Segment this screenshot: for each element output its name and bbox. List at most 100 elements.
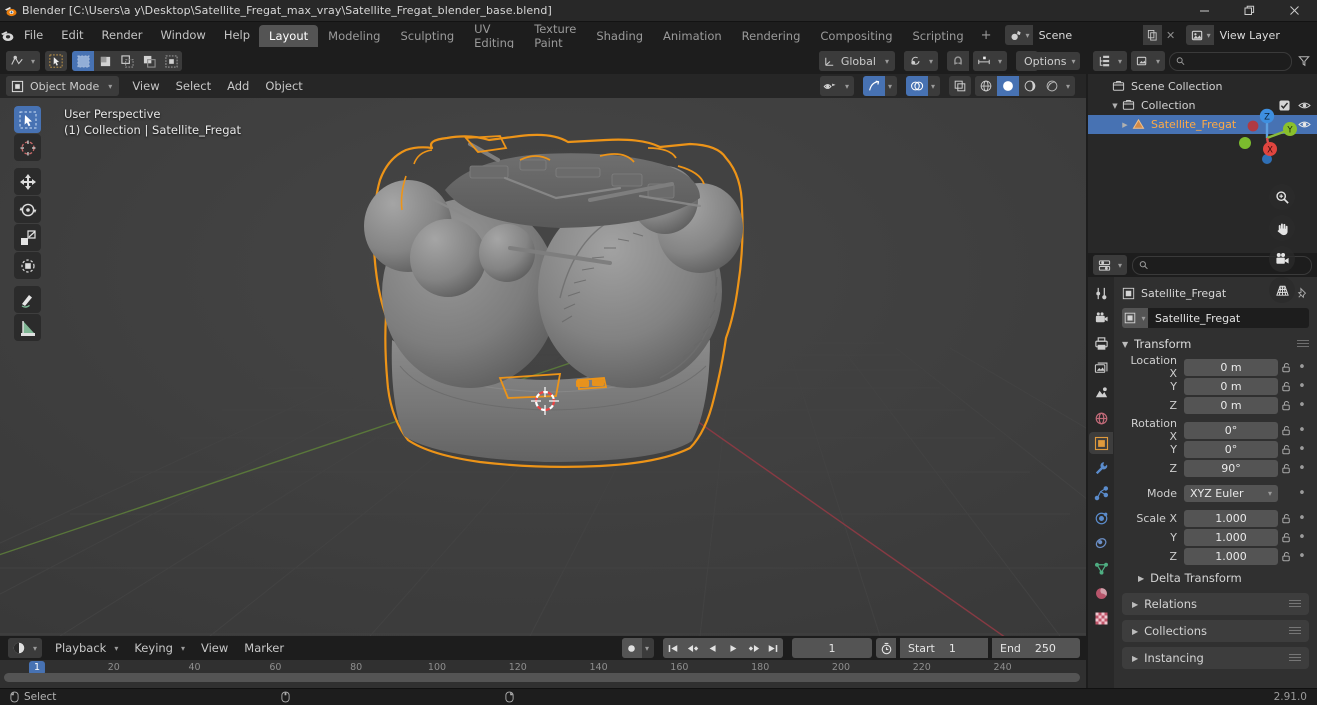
location-x-lock-icon[interactable] [1278,362,1295,373]
outliner-filter-icon[interactable] [1296,55,1312,67]
viewport-menu-object[interactable]: Object [257,76,310,96]
maximize-button[interactable] [1227,0,1272,22]
collections-panel[interactable]: ▶ Collections [1122,620,1309,642]
remove-scene-button[interactable]: ✕ [1162,25,1180,45]
rotation-mode-animate-dot[interactable]: • [1295,486,1309,501]
location-x-value[interactable]: 0 m [1184,358,1278,376]
next-keyframe-button[interactable] [743,638,763,658]
snap-increment-icon[interactable] [972,51,995,71]
render-tab[interactable] [1089,307,1113,329]
frame-start-field[interactable]: Start 1 [900,638,988,658]
pivot-icon[interactable] [903,51,926,71]
rotation-x-value[interactable]: 0° [1184,421,1278,439]
timeline-menu-keying[interactable]: Keying ▾ [126,638,193,658]
location-x-animate-dot[interactable]: • [1295,360,1309,375]
annotate-tool[interactable] [14,286,41,313]
camera-icon[interactable] [1269,246,1295,272]
shading-material-preview-icon[interactable] [1018,76,1041,96]
select-box-icon[interactable] [72,51,95,71]
pin-icon[interactable] [1296,286,1309,300]
transform-panel-header[interactable]: ▼ Transform [1122,334,1309,354]
location-z-value[interactable]: 0 m [1184,396,1278,414]
workspace-tab-sculpting[interactable]: Sculpting [390,25,464,47]
overlays-selector[interactable]: ▾ [905,76,940,96]
workspace-tab-compositing[interactable]: Compositing [810,25,902,47]
view-layer-display-icon[interactable] [1131,51,1154,71]
menu-window[interactable]: Window [151,25,214,45]
perspective-grid-icon[interactable] [1269,277,1295,303]
world-tab[interactable] [1089,407,1113,429]
outliner-editor-type[interactable]: ▾ [1093,51,1128,71]
new-scene-button[interactable] [1142,25,1162,45]
editor-type-selector[interactable]: ▾ [6,51,41,71]
scale-z-lock-icon[interactable] [1278,551,1295,562]
tweak-select-box-tool[interactable] [14,106,41,133]
rotation-z-animate-dot[interactable]: • [1295,461,1309,476]
jump-to-start-button[interactable] [663,638,683,658]
navigation-gizmo[interactable]: Z Y X [1233,104,1301,172]
record-icon[interactable] [621,638,642,658]
cursor-arrow-icon[interactable] [45,51,68,71]
visibility-selector[interactable]: ▾ [819,76,854,96]
shading-solid-icon[interactable] [996,76,1019,96]
workspace-tab-scripting[interactable]: Scripting [903,25,974,47]
rotation-y-value[interactable]: 0° [1184,440,1278,458]
object-mode-selector[interactable]: Object Mode ▾ [6,76,120,96]
frame-end-field[interactable]: End 250 [992,638,1080,658]
options-dropdown[interactable]: Options ▾ [1016,52,1081,70]
rotation-z-value[interactable]: 90° [1184,459,1278,477]
physics-tab[interactable] [1089,507,1113,529]
rotation-y-lock-icon[interactable] [1278,444,1295,455]
outliner-search-input[interactable] [1169,51,1292,71]
rotation-mode-dropdown[interactable]: XYZ Euler ▾ [1184,484,1278,502]
close-button[interactable] [1272,0,1317,22]
timeline-menu-view[interactable]: View [193,638,236,658]
transform-orientation-label[interactable]: Global [841,51,882,71]
location-y-lock-icon[interactable] [1278,381,1295,392]
overlays-icon[interactable] [905,76,928,96]
snap-magnet-icon[interactable] [946,51,969,71]
timeline-menu-marker[interactable]: Marker [236,638,292,658]
cursor-tool[interactable] [14,134,41,161]
particles-tab[interactable] [1089,482,1113,504]
menu-edit[interactable]: Edit [52,25,92,45]
auto-keying-toggle[interactable]: ▾ [621,638,654,658]
timeline-ruler[interactable]: 20 40 60 80 100 120 140 160 180 200 220 240 1 [0,660,1086,688]
minimize-button[interactable] [1182,0,1227,22]
constraints-tab[interactable] [1089,532,1113,554]
rotation-y-animate-dot[interactable]: • [1295,442,1309,457]
shading-rendered-icon[interactable] [1040,76,1063,96]
object-mode-label[interactable]: Object Mode [28,76,105,96]
viewport-menu-select[interactable]: Select [168,76,219,96]
outliner-editor-icon[interactable] [1093,51,1115,71]
relations-panel[interactable]: ▶ Relations [1122,593,1309,615]
object-icon[interactable]: ▾ [1122,308,1148,328]
current-frame-field[interactable]: 1 [792,638,872,658]
object-visibility-icon[interactable] [819,76,842,96]
workspace-tab-rendering[interactable]: Rendering [732,25,811,47]
play-reverse-button[interactable] [703,638,723,658]
scale-z-animate-dot[interactable]: • [1295,549,1309,564]
viewport-menu-add[interactable]: Add [219,76,257,96]
timeline-editor-icon[interactable] [8,638,30,658]
scale-y-animate-dot[interactable]: • [1295,530,1309,545]
rotation-x-animate-dot[interactable]: • [1295,423,1309,438]
rotation-z-lock-icon[interactable] [1278,463,1295,474]
rotation-x-lock-icon[interactable] [1278,425,1295,436]
scene-name-field[interactable]: Scene [1032,25,1143,45]
object-tab[interactable] [1089,432,1113,454]
gizmo-icon[interactable] [862,76,885,96]
outliner-display-mode[interactable]: ▾ [1131,51,1166,71]
properties-editor-type[interactable]: ▾ [1093,255,1128,275]
location-z-lock-icon[interactable] [1278,400,1295,411]
outliner-row-scene-collection[interactable]: Scene Collection [1088,77,1317,96]
blender-menu-icon[interactable] [0,22,15,48]
scale-y-lock-icon[interactable] [1278,532,1295,543]
outliner-search-field[interactable] [1188,55,1285,67]
transform-orientation-selector[interactable]: Global ▾ [818,51,895,71]
delta-transform-subpanel[interactable]: ▶ Delta Transform [1122,568,1309,588]
scale-x-animate-dot[interactable]: • [1295,511,1309,526]
select-lasso-icon[interactable] [116,51,139,71]
timeline-editor-type[interactable]: ▾ [8,638,43,658]
scale-x-lock-icon[interactable] [1278,513,1295,524]
